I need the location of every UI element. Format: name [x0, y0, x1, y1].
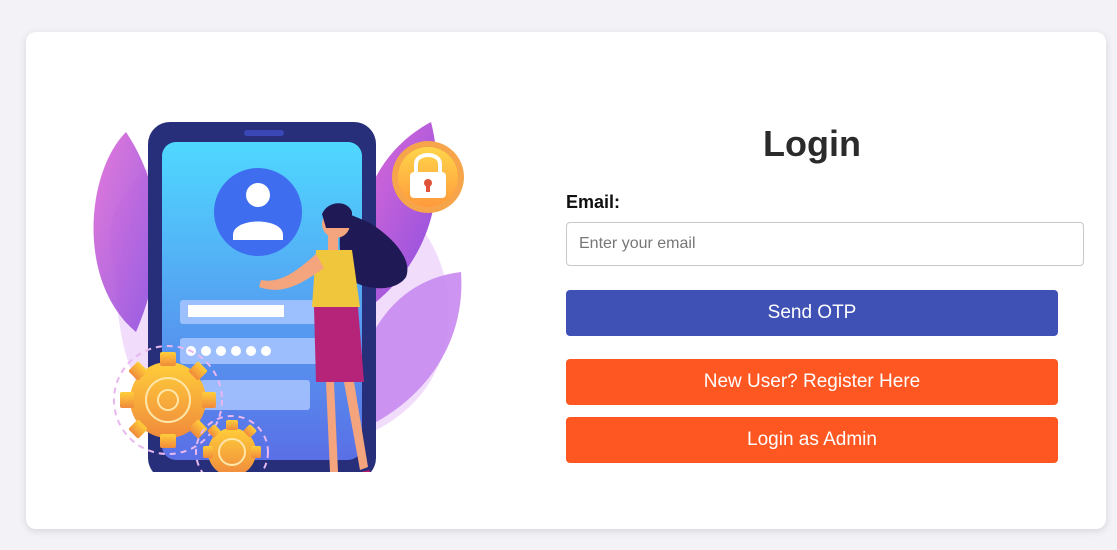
- email-label: Email:: [566, 192, 621, 212]
- send-otp-button[interactable]: Send OTP: [566, 290, 1058, 336]
- register-button[interactable]: New User? Register Here: [566, 359, 1058, 405]
- login-form: Login Email: Send OTP New User? Register…: [566, 122, 1086, 463]
- mobile-login-illustration: [93, 122, 464, 472]
- login-card: Login Email: Send OTP New User? Register…: [26, 32, 1106, 529]
- email-field[interactable]: [566, 222, 1084, 266]
- page-title: Login: [763, 123, 861, 164]
- user-avatar-icon: [214, 168, 302, 256]
- phone-speaker: [244, 130, 284, 136]
- admin-login-button[interactable]: Login as Admin: [566, 417, 1058, 463]
